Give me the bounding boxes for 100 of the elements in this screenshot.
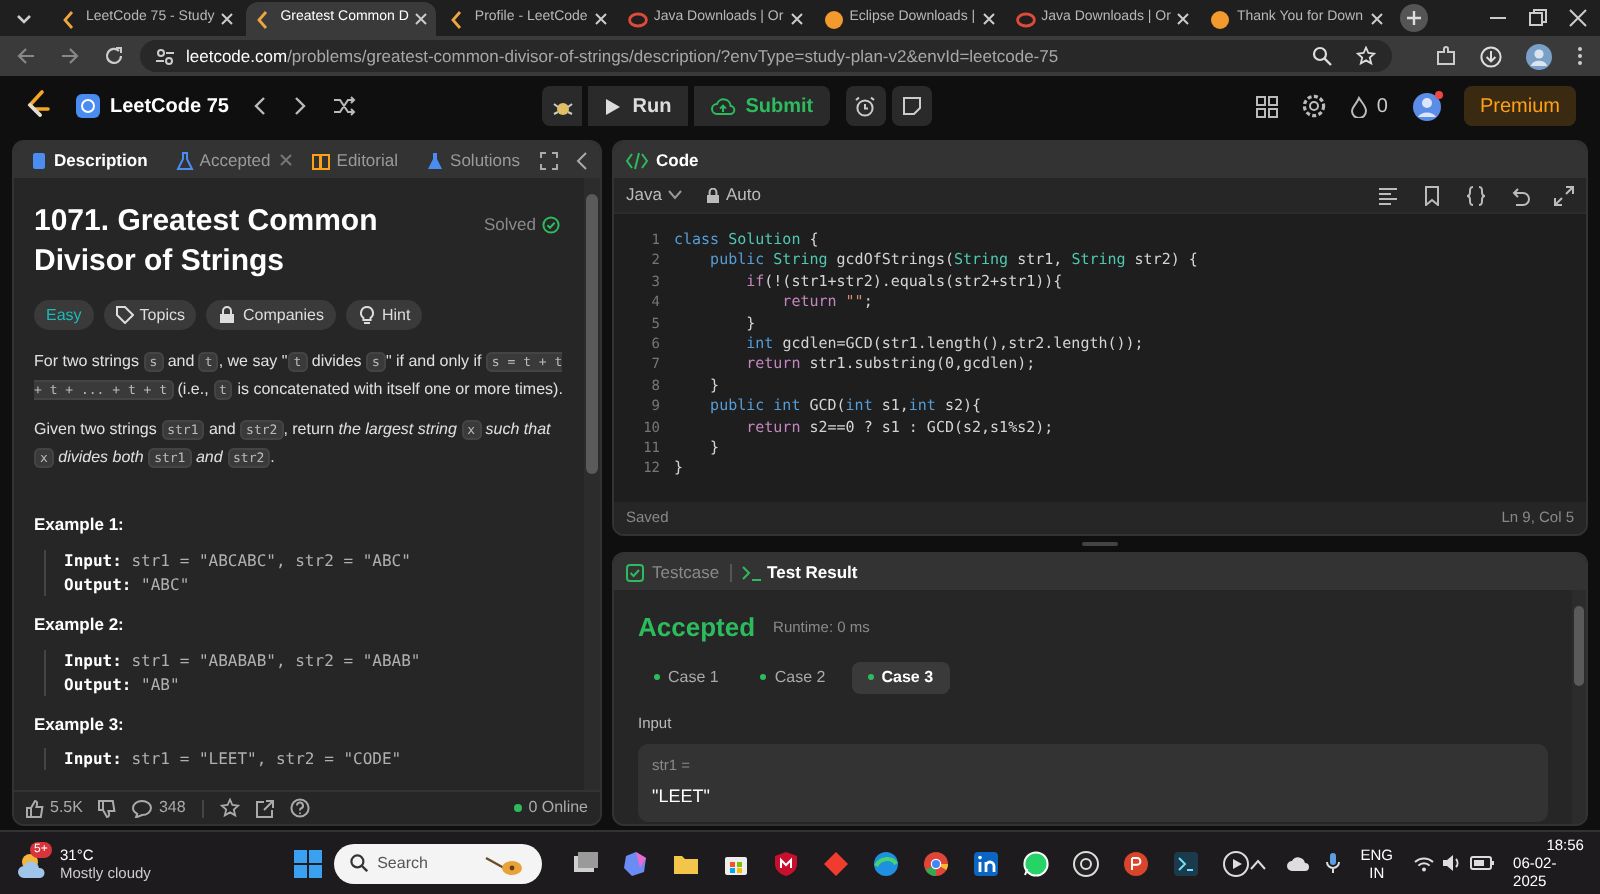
tag-chip[interactable]: Topics	[103, 300, 197, 330]
in-app-icon[interactable]	[972, 849, 1001, 877]
play-icon	[604, 97, 621, 115]
back-icon[interactable]	[16, 46, 36, 66]
settings-icon[interactable]	[1302, 94, 1327, 118]
streak-counter[interactable]: 0	[1350, 91, 1388, 121]
example-heading: Example 1:	[34, 512, 126, 538]
close-icon[interactable]	[593, 12, 608, 26]
case-tab[interactable]: Case 1	[638, 661, 735, 693]
sparkle-app-icon[interactable]	[622, 849, 651, 877]
maximize-icon[interactable]	[540, 151, 558, 169]
start-icon[interactable]	[293, 849, 322, 877]
diamond-icon[interactable]	[822, 849, 851, 877]
browser-wave-icon[interactable]	[872, 849, 901, 877]
restore-icon[interactable]	[1528, 8, 1548, 28]
case-tab[interactable]: Case 2	[744, 661, 842, 693]
close-icon[interactable]	[220, 12, 235, 26]
panel-tab[interactable]: Description	[22, 146, 156, 174]
extensions-icon[interactable]	[1436, 46, 1456, 66]
resize-handle[interactable]	[1082, 542, 1118, 546]
chevron-up-icon[interactable]	[1250, 857, 1267, 869]
verdict-label: Accepted	[638, 610, 756, 646]
example-line: Output: "AB"	[64, 673, 182, 695]
close-icon[interactable]	[1176, 12, 1191, 26]
notes-button[interactable]	[891, 86, 932, 126]
scrollbar[interactable]	[1572, 590, 1586, 824]
download-icon[interactable]	[1480, 45, 1502, 67]
pass-dot-icon	[867, 674, 874, 680]
next-icon[interactable]	[292, 96, 309, 116]
panel-tab[interactable]: Editorial	[304, 146, 406, 174]
tag-chip[interactable]: Hint	[345, 300, 423, 330]
microphone-icon[interactable]	[1326, 852, 1341, 874]
panel-tab[interactable]: Testcase	[626, 559, 720, 585]
pass-dot-icon	[760, 674, 767, 680]
expand-icon[interactable]	[1554, 185, 1574, 205]
new-tab-icon[interactable]	[1399, 4, 1427, 32]
url-path: /problems/greatest-common-divisor-of-strings/description/?envType=study-plan-v2&envId=leetcode-75	[287, 45, 1059, 66]
panel-tab[interactable]: Test Result	[741, 559, 858, 585]
case-tab[interactable]: Case 3	[851, 661, 950, 693]
terminal-app-icon[interactable]	[1172, 849, 1201, 877]
star-icon[interactable]	[219, 798, 240, 818]
undo-icon[interactable]	[1510, 185, 1530, 205]
lock-icon	[705, 187, 720, 203]
submit-button[interactable]: Submit	[693, 86, 830, 126]
language-dropdown[interactable]: Java	[626, 182, 682, 208]
like-button[interactable]: 5.5K	[26, 796, 83, 820]
site-icon	[1015, 9, 1036, 29]
close-icon[interactable]	[789, 12, 804, 26]
aperture-icon[interactable]	[1072, 849, 1101, 877]
run-button[interactable]: Run	[588, 86, 688, 126]
format-icon[interactable]	[1378, 185, 1398, 205]
share-icon[interactable]	[255, 799, 274, 817]
logo-icon[interactable]	[24, 90, 52, 122]
lightbulb-icon	[357, 306, 376, 324]
presentation-icon[interactable]	[1122, 849, 1151, 877]
panel-tab[interactable]: Accepted	[167, 146, 279, 174]
alarm-clock-icon	[854, 95, 877, 117]
layout-icon[interactable]	[1256, 95, 1279, 117]
premium-button[interactable]: Premium	[1463, 86, 1576, 126]
chrome-icon[interactable]	[922, 849, 951, 877]
shield-m-icon[interactable]	[772, 849, 801, 877]
battery-icon[interactable]	[1469, 856, 1494, 870]
panel-tab[interactable]: Solutions	[418, 146, 528, 174]
task-view-icon[interactable]	[572, 849, 601, 877]
close-icon[interactable]	[1369, 12, 1383, 26]
play-circle-icon[interactable]	[1222, 849, 1251, 877]
check-circle-icon	[542, 215, 560, 234]
scrollbar[interactable]	[584, 178, 600, 790]
address-field[interactable]: leetcode.com/problems/greatest-common-divisor-of-strings/description/?envType=study-plan-v2&envId=leetcode-75	[140, 40, 1392, 72]
previous-icon[interactable]	[252, 96, 269, 116]
comments-button[interactable]: 348	[132, 796, 186, 820]
user-avatar-icon[interactable]	[1411, 90, 1444, 122]
timer-button[interactable]	[845, 86, 886, 126]
debug-button[interactable]	[542, 86, 583, 126]
site-icon	[823, 9, 844, 29]
profile-avatar-icon[interactable]	[1526, 43, 1552, 69]
collapse-icon[interactable]	[576, 151, 588, 169]
help-icon[interactable]	[289, 798, 310, 818]
zoom-icon[interactable]	[1312, 46, 1332, 66]
braces-icon[interactable]	[1466, 185, 1486, 205]
shuffle-icon[interactable]	[332, 96, 357, 116]
flask-icon	[175, 151, 194, 169]
more-icon[interactable]	[1576, 46, 1584, 66]
chat-bubble-icon[interactable]	[1022, 849, 1051, 877]
thumbs-down-icon[interactable]	[98, 799, 117, 817]
tag-chip[interactable]: Companies	[206, 300, 336, 330]
close-icon[interactable]	[414, 12, 429, 26]
reload-icon[interactable]	[104, 46, 124, 66]
study-plan-link[interactable]: LeetCode 75	[76, 91, 229, 121]
wifi-icon[interactable]	[1413, 855, 1434, 871]
cloud-icon[interactable]	[1286, 855, 1311, 871]
speaker-icon[interactable]	[1441, 854, 1462, 872]
close-icon[interactable]	[1568, 8, 1588, 28]
bookmark-icon[interactable]	[1422, 185, 1442, 205]
forward-icon[interactable]	[60, 46, 80, 66]
thumbs-up-icon	[26, 799, 44, 817]
close-icon[interactable]	[981, 12, 996, 26]
taskbar-search[interactable]: Search	[333, 843, 543, 883]
site-icon	[627, 9, 648, 29]
difficulty-badge[interactable]: Easy	[34, 300, 94, 330]
